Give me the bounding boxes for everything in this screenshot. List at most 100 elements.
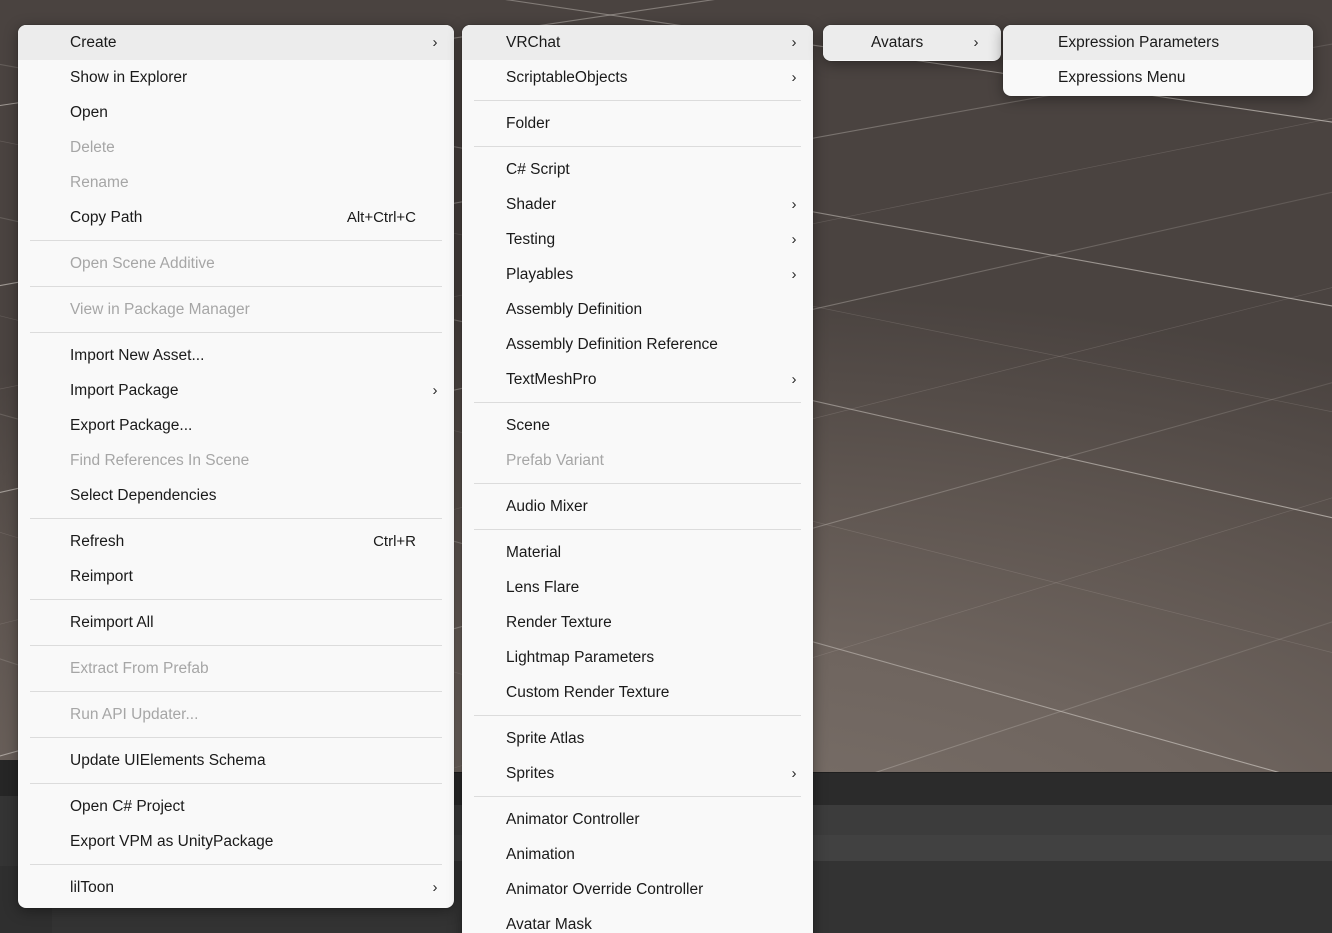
menu-separator xyxy=(474,796,801,797)
menu-item-label: Update UIElements Schema xyxy=(70,751,266,769)
menu-item-import-new-asset[interactable]: Import New Asset...› xyxy=(18,338,454,373)
menu-item-assembly-definition[interactable]: Assembly Definition› xyxy=(462,292,813,327)
chevron-right-icon: › xyxy=(791,765,797,782)
menu-item-material[interactable]: Material› xyxy=(462,535,813,570)
menu-item-label: Animation xyxy=(506,845,575,863)
menu-item-label: Assembly Definition xyxy=(506,300,643,318)
menu-item-label: Material xyxy=(506,543,562,561)
chevron-right-icon: › xyxy=(432,382,438,399)
menu-separator xyxy=(30,599,442,600)
menu-item-label: ScriptableObjects xyxy=(506,68,628,86)
menu-item-label: Reimport xyxy=(70,567,133,585)
menu-item-scriptableobjects[interactable]: ScriptableObjects › xyxy=(462,60,813,95)
menu-item-reimport-all[interactable]: Reimport All› xyxy=(18,605,454,640)
menu-separator xyxy=(474,146,801,147)
menu-item-testing[interactable]: Testing › xyxy=(462,222,813,257)
menu-separator xyxy=(30,518,442,519)
menu-item-label: Shader xyxy=(506,195,556,213)
menu-item-label: Render Texture xyxy=(506,613,612,631)
unity-editor-screen: Create›Show in Explorer›Open›Delete›Rena… xyxy=(0,0,1332,933)
menu-item-shader[interactable]: Shader › xyxy=(462,187,813,222)
menu-item-label: Rename xyxy=(70,173,129,191)
menu-item-label: Extract From Prefab xyxy=(70,659,209,677)
menu-item-rename: Rename› xyxy=(18,165,454,200)
menu-item-label: Assembly Definition Reference xyxy=(506,335,718,353)
menu-item-avatars[interactable]: Avatars › xyxy=(823,25,1001,60)
menu-item-animation[interactable]: Animation› xyxy=(462,837,813,872)
menu-item-animator-override-controller[interactable]: Animator Override Controller› xyxy=(462,872,813,907)
menu-item-audio-mixer[interactable]: Audio Mixer› xyxy=(462,489,813,524)
menu-item-label: Select Dependencies xyxy=(70,486,217,504)
menu-item-extract-from-prefab: Extract From Prefab› xyxy=(18,651,454,686)
menu-item-scene[interactable]: Scene› xyxy=(462,408,813,443)
menu-item-show-in-explorer[interactable]: Show in Explorer› xyxy=(18,60,454,95)
menu-item-select-dependencies[interactable]: Select Dependencies› xyxy=(18,478,454,513)
menu-item-expression-parameters[interactable]: Expression Parameters› xyxy=(1003,25,1313,60)
menu-item-c-script[interactable]: C# Script› xyxy=(462,152,813,187)
menu-separator xyxy=(30,691,442,692)
menu-item-expressions-menu[interactable]: Expressions Menu› xyxy=(1003,60,1313,95)
menu-item-import-package[interactable]: Import Package › xyxy=(18,373,454,408)
menu-item-export-vpm-as-unitypackage[interactable]: Export VPM as UnityPackage› xyxy=(18,824,454,859)
menu-separator xyxy=(474,715,801,716)
menu-separator xyxy=(30,332,442,333)
menu-item-assembly-definition-reference[interactable]: Assembly Definition Reference› xyxy=(462,327,813,362)
menu-item-label: Show in Explorer xyxy=(70,68,188,86)
menu-item-label: Lens Flare xyxy=(506,578,580,596)
menu-item-label: Run API Updater... xyxy=(70,705,199,723)
menu-item-open-c-project[interactable]: Open C# Project› xyxy=(18,789,454,824)
menu-item-lens-flare[interactable]: Lens Flare› xyxy=(462,570,813,605)
menu-item-label: Folder xyxy=(506,114,550,132)
menu-item-textmeshpro[interactable]: TextMeshPro › xyxy=(462,362,813,397)
menu-item-animator-controller[interactable]: Animator Controller› xyxy=(462,802,813,837)
menu-separator xyxy=(474,483,801,484)
menu-item-open[interactable]: Open› xyxy=(18,95,454,130)
menu-item-label: Import Package xyxy=(70,381,179,399)
menu-item-create[interactable]: Create › xyxy=(18,25,454,60)
menu-item-vrchat[interactable]: VRChat › xyxy=(462,25,813,60)
menu-item-copy-path[interactable]: Copy PathAlt+Ctrl+C› xyxy=(18,200,454,235)
menu-item-label: Expression Parameters xyxy=(1058,33,1220,51)
chevron-right-icon: › xyxy=(432,879,438,896)
menu-item-label: VRChat xyxy=(506,33,561,51)
vrchat-submenu-menu[interactable]: Avatars › xyxy=(823,25,1001,61)
menu-separator xyxy=(30,864,442,865)
menu-item-sprites[interactable]: Sprites › xyxy=(462,756,813,791)
assets-context-menu[interactable]: Create›Show in Explorer›Open›Delete›Rena… xyxy=(18,25,454,908)
menu-item-find-references-in-scene: Find References In Scene› xyxy=(18,443,454,478)
menu-item-sprite-atlas[interactable]: Sprite Atlas› xyxy=(462,721,813,756)
menu-item-label: lilToon xyxy=(70,878,114,896)
menu-item-refresh[interactable]: RefreshCtrl+R› xyxy=(18,524,454,559)
menu-item-label: Prefab Variant xyxy=(506,451,604,469)
menu-item-liltoon[interactable]: lilToon › xyxy=(18,870,454,905)
menu-item-playables[interactable]: Playables › xyxy=(462,257,813,292)
menu-item-delete: Delete› xyxy=(18,130,454,165)
menu-item-label: Delete xyxy=(70,138,115,156)
menu-item-label: Open C# Project xyxy=(70,797,185,815)
menu-separator xyxy=(474,402,801,403)
menu-item-label: Lightmap Parameters xyxy=(506,648,655,666)
menu-separator xyxy=(30,645,442,646)
chevron-right-icon: › xyxy=(791,231,797,248)
menu-item-label: Open Scene Additive xyxy=(70,254,215,272)
menu-item-label: Animator Controller xyxy=(506,810,640,828)
menu-item-lightmap-parameters[interactable]: Lightmap Parameters› xyxy=(462,640,813,675)
chevron-right-icon: › xyxy=(432,34,438,51)
menu-item-update-uielements-schema[interactable]: Update UIElements Schema› xyxy=(18,743,454,778)
menu-item-run-api-updater: Run API Updater...› xyxy=(18,697,454,732)
menu-item-label: Sprites xyxy=(506,764,555,782)
menu-item-label: Avatar Mask xyxy=(506,915,592,933)
menu-item-label: Find References In Scene xyxy=(70,451,250,469)
menu-item-prefab-variant: Prefab Variant› xyxy=(462,443,813,478)
create-submenu-menu[interactable]: VRChat›ScriptableObjects›Folder›C# Scrip… xyxy=(462,25,813,933)
menu-item-label: Create xyxy=(70,33,117,51)
menu-item-render-texture[interactable]: Render Texture› xyxy=(462,605,813,640)
avatars-submenu-menu[interactable]: Expression Parameters›Expressions Menu› xyxy=(1003,25,1313,96)
menu-item-export-package[interactable]: Export Package...› xyxy=(18,408,454,443)
menu-item-reimport[interactable]: Reimport› xyxy=(18,559,454,594)
menu-item-shortcut: Ctrl+R xyxy=(373,533,416,550)
menu-item-label: Expressions Menu xyxy=(1058,68,1186,86)
menu-item-avatar-mask[interactable]: Avatar Mask› xyxy=(462,907,813,933)
menu-item-folder[interactable]: Folder› xyxy=(462,106,813,141)
menu-item-custom-render-texture[interactable]: Custom Render Texture› xyxy=(462,675,813,710)
